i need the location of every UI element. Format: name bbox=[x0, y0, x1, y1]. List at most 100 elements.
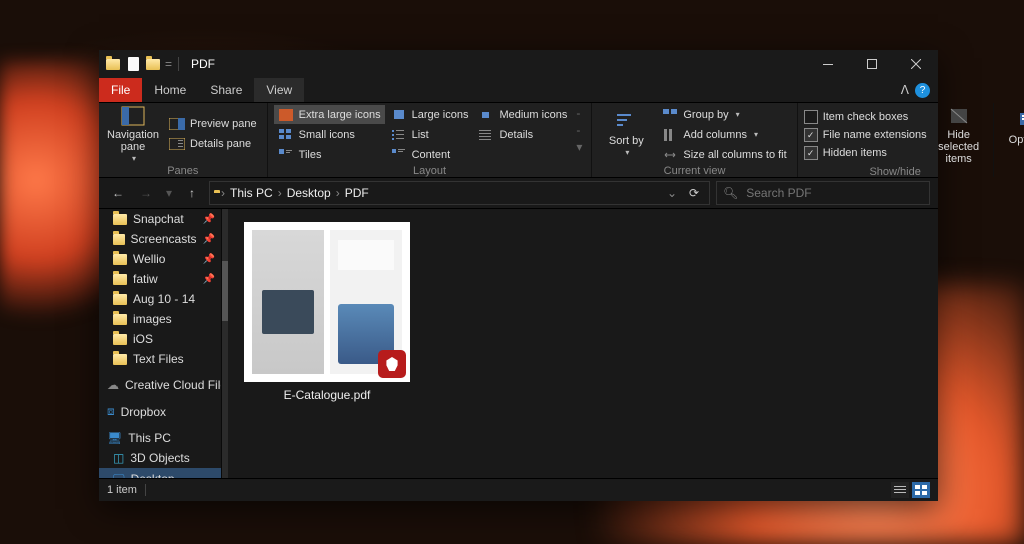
group-label-panes: Panes bbox=[105, 164, 261, 179]
file-list[interactable]: E-Catalogue.pdf bbox=[228, 209, 938, 478]
layout-large[interactable]: Large icons bbox=[387, 105, 473, 124]
close-button[interactable] bbox=[894, 50, 938, 78]
folder-icon bbox=[113, 234, 125, 245]
view-icons-button[interactable] bbox=[912, 482, 930, 498]
maximize-button[interactable] bbox=[850, 50, 894, 78]
sort-by-button[interactable]: Sort by▾ bbox=[598, 105, 654, 164]
up-button[interactable]: ↑ bbox=[181, 182, 203, 204]
pin-icon: 📌 bbox=[203, 254, 215, 265]
file-name: E-Catalogue.pdf bbox=[284, 388, 371, 402]
pin-icon: 📌 bbox=[203, 234, 215, 245]
sidebar-item-screencasts[interactable]: Screencasts📌 bbox=[99, 229, 221, 249]
search-box[interactable]: 🔍︎ bbox=[716, 181, 930, 205]
sidebar-item-images[interactable]: images bbox=[99, 309, 221, 329]
folder-icon bbox=[113, 354, 127, 365]
preview-pane-button[interactable]: Preview pane bbox=[165, 115, 261, 134]
group-icon bbox=[662, 108, 678, 122]
folder-icon bbox=[113, 294, 127, 305]
hide-selected-button[interactable]: Hide selected items bbox=[931, 105, 987, 165]
details-pane-button[interactable]: Details pane bbox=[165, 135, 261, 154]
folder-icon bbox=[105, 56, 121, 72]
back-button[interactable]: ← bbox=[107, 182, 129, 204]
folder-icon bbox=[145, 56, 161, 72]
navigation-pane-icon bbox=[120, 105, 146, 127]
hide-icon bbox=[946, 105, 972, 127]
layout-details[interactable]: Details bbox=[474, 125, 571, 144]
minimize-button[interactable] bbox=[806, 50, 850, 78]
pin-icon: 📌 bbox=[203, 274, 215, 285]
document-icon bbox=[125, 56, 141, 72]
options-icon bbox=[1015, 110, 1024, 132]
sort-icon bbox=[613, 111, 639, 133]
group-by-button[interactable]: Group by▾ bbox=[658, 105, 790, 124]
sidebar-item-textfiles[interactable]: Text Files bbox=[99, 349, 221, 369]
status-item-count: 1 item bbox=[107, 484, 137, 496]
dropbox-icon: ⧈ bbox=[107, 404, 115, 419]
details-icon bbox=[478, 128, 494, 142]
breadcrumb[interactable]: › This PC › Desktop › PDF ⌄ ⟳ bbox=[209, 181, 710, 205]
icons-l-icon bbox=[391, 108, 407, 122]
file-extensions-toggle[interactable]: ✓File name extensions bbox=[804, 127, 927, 144]
status-bar: 1 item bbox=[99, 478, 938, 501]
hidden-items-toggle[interactable]: ✓Hidden items bbox=[804, 145, 927, 162]
sidebar-item-aug10[interactable]: Aug 10 - 14 bbox=[99, 289, 221, 309]
file-thumbnail bbox=[244, 222, 410, 382]
ribbon: Navigation pane▾ Preview pane Details pa… bbox=[99, 103, 938, 178]
group-label-current-view: Current view bbox=[598, 164, 790, 179]
sidebar-item-desktop[interactable]: 🖵Desktop bbox=[99, 468, 221, 478]
folder-icon bbox=[113, 314, 127, 325]
content-icon bbox=[391, 148, 407, 162]
crumb-pdf[interactable]: PDF bbox=[345, 186, 369, 200]
refresh-button[interactable]: ⟳ bbox=[683, 182, 705, 204]
tab-home[interactable]: Home bbox=[142, 78, 198, 102]
sidebar-item-this-pc[interactable]: 🖥This PC bbox=[99, 428, 221, 448]
help-icon[interactable]: ? bbox=[915, 83, 930, 98]
pin-icon: 📌 bbox=[203, 214, 215, 225]
preview-pane-icon bbox=[169, 117, 185, 131]
add-columns-icon bbox=[662, 128, 678, 142]
tab-file[interactable]: File bbox=[99, 78, 142, 102]
details-pane-icon bbox=[169, 137, 185, 151]
icons-xl-icon bbox=[278, 108, 294, 122]
layout-list[interactable]: List bbox=[387, 125, 473, 144]
item-checkboxes-toggle[interactable]: Item check boxes bbox=[804, 109, 927, 126]
options-button[interactable]: Options▾ bbox=[1000, 105, 1024, 162]
tiles-icon bbox=[278, 148, 294, 162]
folder-icon bbox=[113, 334, 127, 345]
view-details-button[interactable] bbox=[891, 482, 909, 498]
search-input[interactable] bbox=[744, 185, 923, 201]
layout-extra-large[interactable]: Extra large icons bbox=[274, 105, 385, 124]
sidebar-item-fatiw[interactable]: fatiw📌 bbox=[99, 269, 221, 289]
pdf-icon bbox=[378, 350, 406, 378]
layout-medium[interactable]: Medium icons bbox=[474, 105, 571, 124]
layout-small[interactable]: Small icons bbox=[274, 125, 385, 144]
crumb-desktop[interactable]: Desktop bbox=[287, 186, 331, 200]
crumb-this-pc[interactable]: This PC bbox=[230, 186, 273, 200]
size-columns-button[interactable]: Size all columns to fit bbox=[658, 145, 790, 164]
search-icon: 🔍︎ bbox=[723, 186, 738, 200]
layout-tiles[interactable]: Tiles bbox=[274, 145, 385, 164]
add-columns-button[interactable]: Add columns▾ bbox=[658, 125, 790, 144]
tab-share[interactable]: Share bbox=[198, 78, 254, 102]
icons-s-icon bbox=[278, 128, 294, 142]
icons-m-icon bbox=[478, 108, 494, 122]
cube-icon: ◫ bbox=[113, 451, 124, 465]
tab-view[interactable]: View bbox=[254, 78, 304, 102]
sidebar-item-snapchat[interactable]: Snapchat📌 bbox=[99, 209, 221, 229]
folder-icon bbox=[113, 274, 127, 285]
file-item[interactable]: E-Catalogue.pdf bbox=[238, 219, 416, 405]
forward-button[interactable]: → bbox=[135, 182, 157, 204]
sidebar-item-3d-objects[interactable]: ◫3D Objects bbox=[99, 448, 221, 468]
folder-icon bbox=[113, 214, 127, 225]
recent-dropdown[interactable]: ▾ bbox=[163, 182, 175, 204]
sidebar-item-ios[interactable]: iOS bbox=[99, 329, 221, 349]
sidebar-item-creative-cloud[interactable]: ☁Creative Cloud Files bbox=[99, 375, 221, 395]
explorer-window: = PDF File Home Share View ᐱ ? Navigatio… bbox=[99, 50, 938, 501]
layout-content[interactable]: Content bbox=[387, 145, 473, 164]
titlebar: = PDF bbox=[99, 50, 938, 78]
chevron-down-icon[interactable]: ⌄ bbox=[667, 186, 677, 200]
sidebar-item-wellio[interactable]: Wellio📌 bbox=[99, 249, 221, 269]
sidebar-item-dropbox[interactable]: ⧈Dropbox bbox=[99, 401, 221, 422]
ribbon-collapse-icon[interactable]: ᐱ bbox=[901, 83, 909, 97]
navigation-pane-button[interactable]: Navigation pane▾ bbox=[105, 105, 161, 164]
